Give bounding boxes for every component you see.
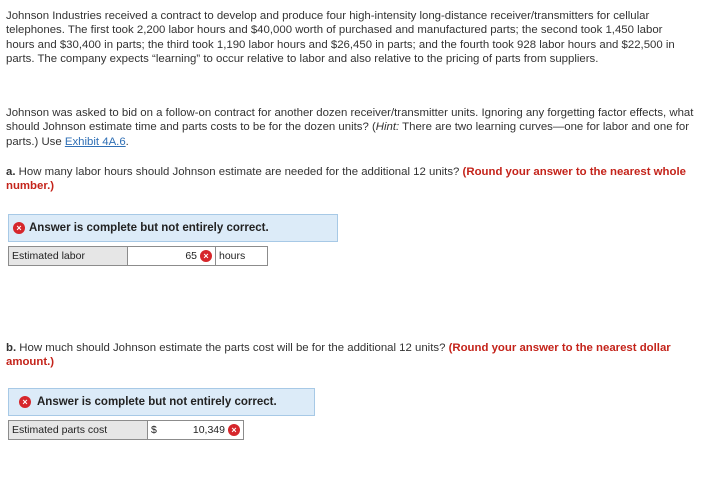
problem-paragraph-2: Johnson was asked to bid on a follow-on … bbox=[6, 106, 694, 149]
answer-b-row: Estimated parts cost $ 10,349 × bbox=[8, 420, 244, 440]
exhibit-link[interactable]: Exhibit 4A.6 bbox=[65, 136, 126, 148]
problem-paragraph-1: Johnson Industries received a contract t… bbox=[6, 10, 675, 65]
question-a-text: How many labor hours should Johnson esti… bbox=[15, 166, 463, 178]
question-b-prompt: b. How much should Johnson estimate the … bbox=[6, 341, 694, 370]
estimated-parts-cost-label: Estimated parts cost bbox=[8, 420, 148, 440]
x-circle-icon: × bbox=[200, 250, 212, 262]
estimated-labor-label: Estimated labor bbox=[8, 246, 128, 266]
question-b-text: How much should Johnson estimate the par… bbox=[16, 342, 449, 354]
answer-a-status-banner: × Answer is complete but not entirely co… bbox=[8, 214, 338, 242]
question-a-prompt: a. How many labor hours should Johnson e… bbox=[6, 165, 694, 194]
estimated-labor-input[interactable]: 65 × bbox=[128, 246, 216, 266]
x-circle-icon: × bbox=[19, 396, 31, 408]
currency-symbol: $ bbox=[151, 424, 157, 436]
estimated-labor-value: 65 bbox=[185, 250, 197, 262]
x-circle-icon: × bbox=[228, 424, 240, 436]
hint-label: Hint: bbox=[375, 121, 400, 134]
estimated-parts-cost-input[interactable]: $ 10,349 × bbox=[148, 420, 244, 440]
paragraph-2-end: . bbox=[125, 135, 129, 148]
question-b-letter: b. bbox=[6, 342, 17, 354]
labor-unit-label: hours bbox=[216, 246, 268, 266]
answer-a-status-text: Answer is complete but not entirely corr… bbox=[29, 222, 269, 234]
estimated-parts-cost-value: 10,349 bbox=[192, 424, 225, 436]
answer-b-status-text: Answer is complete but not entirely corr… bbox=[37, 396, 277, 408]
answer-a-row: Estimated labor 65 × hours bbox=[8, 246, 268, 266]
x-circle-icon: × bbox=[13, 222, 25, 234]
question-a-letter: a. bbox=[6, 166, 16, 178]
answer-b-status-banner: × Answer is complete but not entirely co… bbox=[8, 388, 315, 416]
